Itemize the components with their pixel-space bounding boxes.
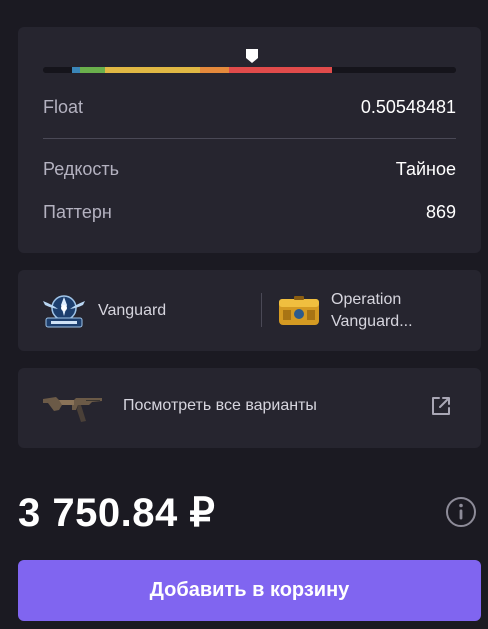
float-card: Float 0.50548481 Редкость Тайное Паттерн… xyxy=(18,27,481,253)
price: 3 750.84 ₽ xyxy=(18,491,216,535)
pattern-label: Паттерн xyxy=(43,202,112,222)
add-to-cart-button[interactable]: Добавить в корзину xyxy=(18,560,481,621)
case-name-line1: Operation xyxy=(331,290,402,308)
float-label: Float xyxy=(43,97,84,117)
wear-segment-minimal-wear xyxy=(71,67,81,73)
float-value: 0.50548481 xyxy=(360,97,456,117)
wear-segment-field-tested-low xyxy=(80,67,105,73)
wear-segment-well-worn xyxy=(199,67,229,73)
float-row: Float 0.50548481 xyxy=(43,97,456,118)
rarity-value: Тайное xyxy=(395,159,456,179)
case-name: Operation Vanguard... xyxy=(331,289,413,333)
collection-link[interactable]: Vanguard xyxy=(41,270,166,351)
vanguard-collection-logo-icon xyxy=(43,294,85,327)
rarity-row: Редкость Тайное xyxy=(43,159,456,180)
ak47-rifle-icon xyxy=(43,397,102,422)
view-all-variants-label: Посмотреть все варианты xyxy=(123,397,317,414)
wear-segment-battle-scarred xyxy=(228,67,333,73)
rarity-label: Редкость xyxy=(43,159,120,179)
case-link[interactable]: Operation Vanguard... xyxy=(277,270,413,351)
wear-segment-factory-new xyxy=(43,67,72,73)
wear-segment-rest xyxy=(332,67,456,73)
wear-segment-field-tested xyxy=(104,67,200,73)
collection-divider xyxy=(261,293,262,327)
external-link-icon[interactable] xyxy=(430,395,452,417)
float-divider xyxy=(43,138,456,139)
case-name-line2: Vanguard... xyxy=(331,312,413,330)
float-wear-bar xyxy=(43,67,456,73)
collection-name: Vanguard xyxy=(98,301,167,319)
info-icon[interactable] xyxy=(445,496,477,528)
variants-card[interactable]: Посмотреть все варианты xyxy=(18,368,481,448)
float-marker-icon xyxy=(245,49,258,63)
collection-card: Vanguard Operation Vanguard... xyxy=(18,270,481,351)
pattern-row: Паттерн 869 xyxy=(43,202,456,223)
weapon-case-icon xyxy=(279,295,319,325)
pattern-value: 869 xyxy=(425,202,456,222)
